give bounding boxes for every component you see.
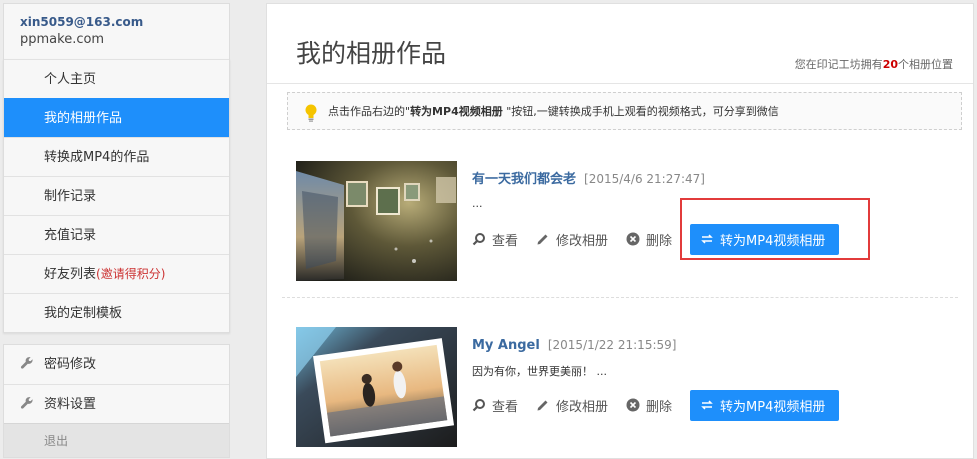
sidebar-item-home[interactable]: 个人主页 xyxy=(4,59,229,98)
invite-hint: (邀请得积分) xyxy=(96,267,166,281)
view-button[interactable]: 查看 xyxy=(472,230,518,249)
sidebar-item-label: 制作记录 xyxy=(44,189,97,204)
highlight-box xyxy=(680,198,870,260)
album-thumbnail-image xyxy=(296,161,457,281)
settings-menu: 密码修改 资料设置 退出 xyxy=(3,344,230,458)
search-icon xyxy=(472,233,485,246)
quota-count: 20 xyxy=(882,58,898,71)
quota-suffix: 个相册位置 xyxy=(898,58,953,71)
sidebar: xin5059@163.com ppmake.com 个人主页 我的相册作品 转… xyxy=(3,3,230,458)
quota-prefix: 您在印记工坊拥有 xyxy=(794,58,883,71)
album-date: [2015/4/6 21:27:47] xyxy=(584,172,705,186)
sidebar-item-label: 充值记录 xyxy=(44,228,97,243)
page-title: 我的相册作品 xyxy=(296,39,447,68)
album-actions: 查看 修改相册 删除 转为MP4视频相册 xyxy=(472,389,952,421)
view-button[interactable]: 查看 xyxy=(472,396,518,415)
pencil-icon xyxy=(537,400,548,411)
view-label: 查看 xyxy=(492,399,519,415)
edit-label: 修改相册 xyxy=(556,233,609,249)
sidebar-item-profile-settings[interactable]: 资料设置 xyxy=(4,384,229,423)
album-thumbnail[interactable] xyxy=(296,327,457,447)
album-date: [2015/1/22 21:15:59] xyxy=(547,338,677,352)
user-site: ppmake.com xyxy=(20,32,105,47)
sidebar-item-my-albums[interactable]: 我的相册作品 xyxy=(4,98,229,137)
main-panel: 我的相册作品 您在印记工坊拥有20个相册位置 点击作品右边的"转为MP4视频相册… xyxy=(266,3,974,459)
convert-icon xyxy=(701,400,713,410)
sidebar-item-label: 好友列表 xyxy=(44,267,97,282)
user-info: xin5059@163.com ppmake.com xyxy=(3,3,230,59)
delete-label: 删除 xyxy=(646,399,673,415)
sidebar-item-custom-templates[interactable]: 我的定制模板 xyxy=(4,293,229,332)
tip-emphasis: 转为MP4视频相册 xyxy=(410,105,503,118)
header-divider xyxy=(267,83,973,84)
lightbulb-icon xyxy=(305,104,317,122)
search-icon xyxy=(472,399,485,412)
pencil-icon xyxy=(537,234,548,245)
tip-text: "按钮,一键转换成手机上观看的视频格式，可分享到微信 xyxy=(502,105,779,118)
album-divider xyxy=(282,297,958,298)
user-email: xin5059@163.com xyxy=(20,15,144,29)
album-quota: 您在印记工坊拥有20个相册位置 xyxy=(795,56,953,72)
edit-album-button[interactable]: 修改相册 xyxy=(536,396,608,415)
sidebar-item-password[interactable]: 密码修改 xyxy=(4,345,229,384)
sidebar-item-label: 密码修改 xyxy=(44,357,97,372)
sidebar-item-label: 转换成MP4的作品 xyxy=(44,150,150,165)
edit-label: 修改相册 xyxy=(556,399,609,415)
album-info: My Angel [2015/1/22 21:15:59] 因为有你，世界更美丽！… xyxy=(472,327,952,421)
sidebar-item-label: 我的定制模板 xyxy=(44,306,123,321)
delete-icon xyxy=(626,398,640,412)
delete-button[interactable]: 删除 xyxy=(626,230,672,249)
sidebar-item-label: 个人主页 xyxy=(44,72,97,87)
album-thumbnail-image xyxy=(296,327,457,447)
sidebar-item-label: 我的相册作品 xyxy=(44,111,123,126)
wrench-icon xyxy=(20,357,33,369)
sidebar-item-friends[interactable]: 好友列表(邀请得积分) xyxy=(4,254,229,293)
sidebar-item-make-records[interactable]: 制作记录 xyxy=(4,176,229,215)
logout-button[interactable]: 退出 xyxy=(4,423,229,457)
tip-banner: 点击作品右边的"转为MP4视频相册 "按钮,一键转换成手机上观看的视频格式，可分… xyxy=(287,92,962,130)
tip-text: 点击作品右边的" xyxy=(328,105,411,118)
sidebar-item-label: 资料设置 xyxy=(44,397,97,412)
edit-album-button[interactable]: 修改相册 xyxy=(536,230,608,249)
sidebar-menu: 个人主页 我的相册作品 转换成MP4的作品 制作记录 充值记录 好友列表(邀请得… xyxy=(3,59,230,333)
album-title[interactable]: My Angel xyxy=(472,338,540,353)
convert-label: 转为MP4视频相册 xyxy=(720,399,826,415)
album-title[interactable]: 有一天我们都会老 xyxy=(472,172,576,187)
delete-label: 删除 xyxy=(646,233,673,249)
album-description: 因为有你，世界更美丽！ ... xyxy=(472,365,607,378)
album-thumbnail[interactable] xyxy=(296,161,457,281)
convert-mp4-button[interactable]: 转为MP4视频相册 xyxy=(690,389,840,421)
delete-icon xyxy=(626,232,640,246)
delete-button[interactable]: 删除 xyxy=(626,396,672,415)
sidebar-item-recharge-records[interactable]: 充值记录 xyxy=(4,215,229,254)
view-label: 查看 xyxy=(492,233,519,249)
sidebar-item-mp4-works[interactable]: 转换成MP4的作品 xyxy=(4,137,229,176)
wrench-icon xyxy=(20,397,33,409)
